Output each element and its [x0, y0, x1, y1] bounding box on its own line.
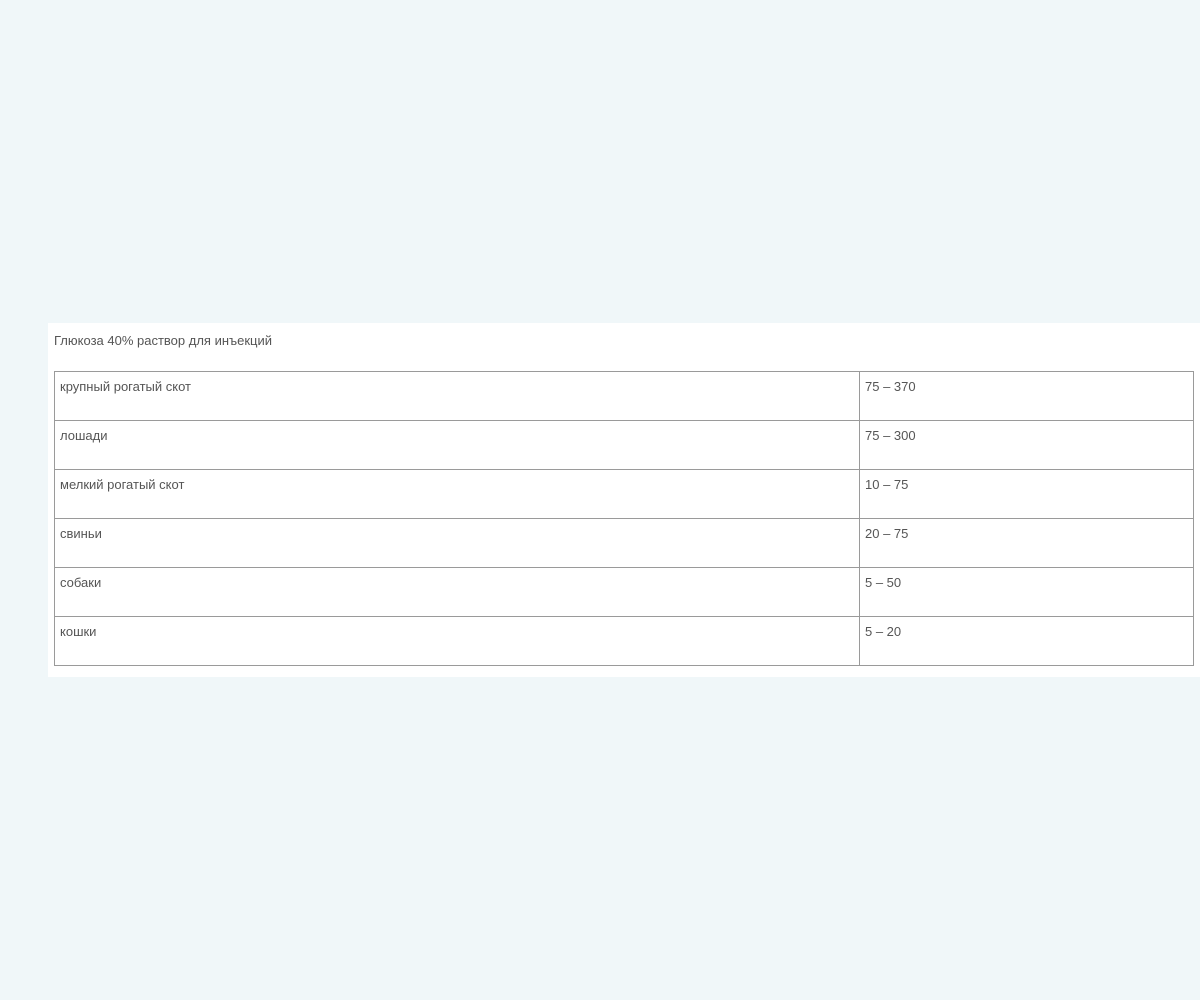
- animal-cell: лошади: [54, 420, 860, 470]
- table-row: мелкий рогатый скот 10 – 75: [54, 469, 1194, 519]
- table-row: крупный рогатый скот 75 – 370: [54, 371, 1194, 421]
- animal-cell: крупный рогатый скот: [54, 371, 860, 421]
- dose-cell: 5 – 20: [859, 616, 1194, 666]
- table-row: кошки 5 – 20: [54, 616, 1194, 666]
- animal-cell: кошки: [54, 616, 860, 666]
- animal-cell: свиньи: [54, 518, 860, 568]
- dose-cell: 5 – 50: [859, 567, 1194, 617]
- table-row: собаки 5 – 50: [54, 567, 1194, 617]
- dose-cell: 10 – 75: [859, 469, 1194, 519]
- animal-cell: собаки: [54, 567, 860, 617]
- animal-cell: мелкий рогатый скот: [54, 469, 860, 519]
- table-caption: Глюкоза 40% раствор для инъекций: [54, 333, 273, 348]
- dose-cell: 20 – 75: [859, 518, 1194, 568]
- table-row: свиньи 20 – 75: [54, 518, 1194, 568]
- dosage-table: крупный рогатый скот 75 – 370 лошади 75 …: [54, 371, 1194, 666]
- content-panel: Глюкоза 40% раствор для инъекций крупный…: [48, 323, 1200, 677]
- dose-cell: 75 – 370: [859, 371, 1194, 421]
- table-row: лошади 75 – 300: [54, 420, 1194, 470]
- dose-cell: 75 – 300: [859, 420, 1194, 470]
